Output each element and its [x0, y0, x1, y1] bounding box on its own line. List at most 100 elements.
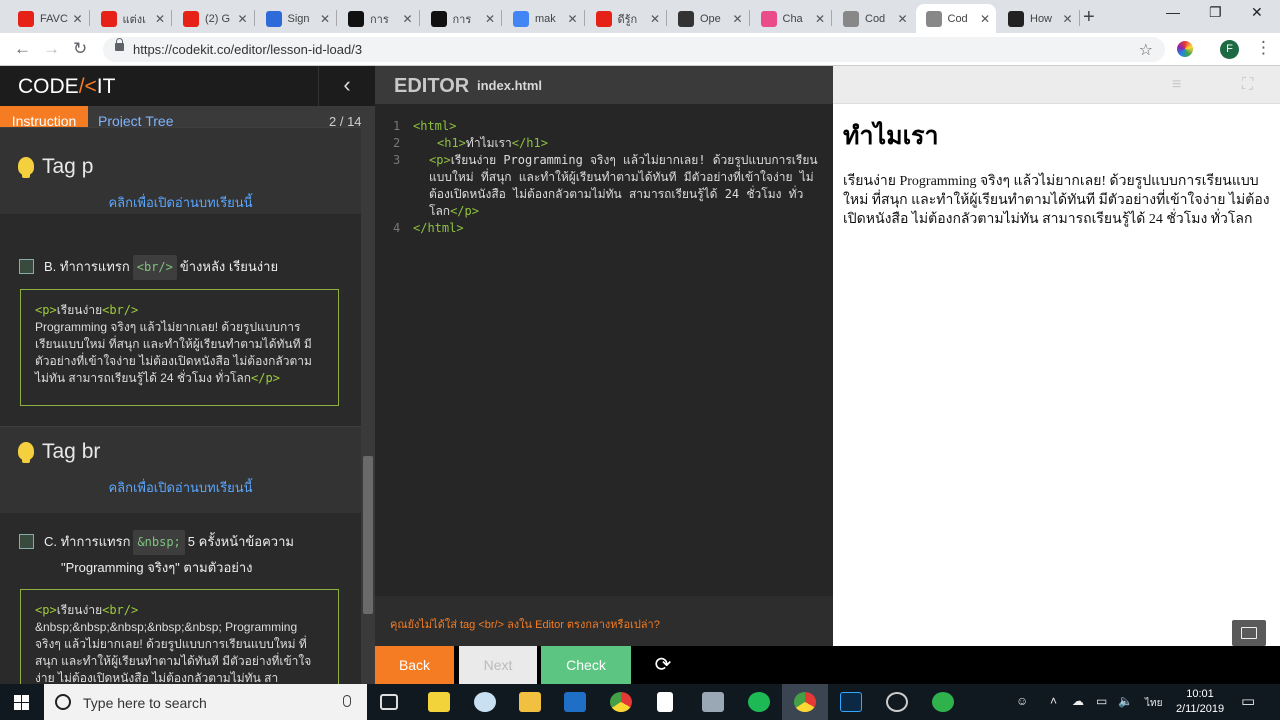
sticky-notes-icon[interactable]: [428, 692, 450, 712]
show-hidden-icons-chevron-icon[interactable]: ˄: [1050, 694, 1057, 708]
windows-taskbar: Type here to search ☺ ˄ ☁ ▭ 🔈 ไทย 10:01 …: [0, 684, 1280, 720]
menu-icon[interactable]: ≡: [1172, 76, 1181, 94]
close-tab-icon[interactable]: ✕: [1062, 12, 1072, 26]
close-tab-icon[interactable]: ✕: [980, 12, 990, 26]
browser-tab[interactable]: How ✕: [998, 4, 1079, 33]
tab-separator: [1078, 10, 1080, 26]
code-editor[interactable]: EDITOR index.html 1 <html> 2 <h1>ทำไมเรา…: [375, 66, 833, 646]
back-button[interactable]: Back: [375, 646, 454, 684]
close-tab-icon[interactable]: ✕: [155, 12, 165, 26]
bookmark-star-icon[interactable]: ☆: [1139, 40, 1153, 60]
taskbar-search-box[interactable]: Type here to search: [44, 684, 367, 720]
file-explorer-icon[interactable]: [519, 692, 541, 712]
reload-page-icon[interactable]: ↻: [73, 39, 87, 59]
tab-title: FAVC: [40, 12, 68, 25]
input-language[interactable]: ไทย: [1145, 696, 1162, 711]
people-icon[interactable]: ☺: [1016, 694, 1028, 708]
close-tab-icon[interactable]: ✕: [237, 12, 247, 26]
task-text: B. ทำการแทรก <br/> ข้างหลัง เรียนง่าย: [44, 254, 278, 280]
windows-start-icon[interactable]: [14, 695, 29, 710]
browser-tab[interactable]: Cod ✕: [915, 4, 996, 33]
task-view-icon[interactable]: [380, 694, 398, 710]
extension-icon[interactable]: [1177, 41, 1193, 57]
clock[interactable]: 10:01 2/11/2019: [1170, 687, 1230, 717]
code-line[interactable]: <html>: [413, 118, 456, 135]
browser-tab[interactable]: การ ✕: [421, 4, 502, 33]
collapse-panel-chevron-icon[interactable]: ‹: [318, 66, 375, 106]
tab-title: Ope: [700, 12, 721, 25]
close-tab-icon[interactable]: ✕: [897, 12, 907, 26]
lesson-title: Tag p: [42, 155, 94, 178]
code-line[interactable]: <h1>ทำไมเรา</h1>: [437, 135, 548, 152]
code-line[interactable]: <p>เรียนง่าย Programming จริงๆ แล้วไม่ยา…: [429, 152, 821, 220]
tab-separator: [171, 10, 172, 26]
code-line[interactable]: </html>: [413, 220, 464, 237]
task-checkbox[interactable]: [19, 534, 34, 549]
browser-tab[interactable]: Cod ✕: [833, 4, 914, 33]
network-icon[interactable]: ▭: [1096, 694, 1107, 708]
volume-icon[interactable]: 🔈: [1118, 694, 1133, 708]
tab-title: Cod: [947, 12, 968, 25]
obs-icon[interactable]: [886, 692, 908, 712]
hint-bar: คุณยังไม่ได้ใส่ tag <br/> ลงใน Editor ตร…: [375, 596, 833, 646]
app-icon[interactable]: [932, 692, 954, 712]
line-number: 1: [393, 119, 401, 133]
chrome-icon[interactable]: [610, 692, 632, 712]
browser-tab[interactable]: Cha ✕: [751, 4, 832, 33]
back-arrow-icon[interactable]: ←: [14, 39, 31, 59]
vscode-icon[interactable]: [564, 692, 586, 712]
maximize-button[interactable]: ❐: [1209, 4, 1222, 21]
browser-menu-icon[interactable]: ⋮: [1255, 38, 1272, 58]
close-tab-icon[interactable]: ✕: [402, 12, 412, 26]
photoshop-icon[interactable]: [840, 692, 862, 712]
close-tab-icon[interactable]: ✕: [732, 12, 742, 26]
console-icon[interactable]: [1232, 620, 1266, 646]
medium-icon: [430, 10, 447, 27]
browser-tab[interactable]: การ ✕: [338, 4, 419, 33]
microphone-icon[interactable]: [343, 695, 351, 707]
reload-icon[interactable]: ⟳: [651, 646, 675, 684]
browser-tab[interactable]: แต่งเ ✕: [91, 4, 172, 33]
app-icon[interactable]: [702, 692, 724, 712]
close-tab-icon[interactable]: ✕: [815, 12, 825, 26]
close-tab-icon[interactable]: ✕: [650, 12, 660, 26]
browser-tab[interactable]: (2) G ✕: [173, 4, 254, 33]
preview-pane: ≡ ⛶ ทำไมเรา เรียนง่าย Programming จริงๆ …: [833, 66, 1280, 646]
browser-tab[interactable]: FAVC ✕: [8, 4, 89, 33]
preview-header: ≡ ⛶: [833, 66, 1280, 104]
paint-icon[interactable]: [474, 692, 496, 712]
check-button[interactable]: Check: [541, 646, 631, 684]
lesson-title: Tag br: [42, 440, 101, 463]
profile-avatar[interactable]: F: [1220, 40, 1239, 59]
scrollbar-thumb[interactable]: [363, 456, 373, 614]
close-tab-icon[interactable]: ✕: [320, 12, 330, 26]
notifications-icon[interactable]: ▭: [1241, 692, 1255, 710]
code-example: <p>เรียนง่าย<br/> &nbsp;&nbsp;&nbsp;&nbs…: [20, 589, 339, 684]
file-icon[interactable]: [657, 692, 673, 712]
spotify-icon[interactable]: [748, 692, 770, 712]
chrome-icon[interactable]: [794, 692, 816, 712]
close-tab-icon[interactable]: ✕: [72, 12, 82, 26]
task-checkbox[interactable]: [19, 259, 34, 274]
browser-tab[interactable]: Ope ✕: [668, 4, 749, 33]
close-tab-icon[interactable]: ✕: [567, 12, 577, 26]
address-bar[interactable]: https://codekit.co/editor/lesson-id-load…: [103, 37, 1165, 62]
close-window-button[interactable]: ✕: [1251, 4, 1263, 21]
tab-title: การ: [452, 13, 472, 26]
browser-tab[interactable]: Sign ✕: [256, 4, 337, 33]
search-placeholder: Type here to search: [83, 695, 207, 711]
fullscreen-icon[interactable]: ⛶: [1242, 76, 1253, 94]
open-lesson-link[interactable]: คลิกเพื่อเปิดอ่านบทเรียนนี้: [0, 192, 361, 213]
new-tab-button[interactable]: +: [1083, 6, 1095, 29]
browser-tab[interactable]: mak ✕: [503, 4, 584, 33]
youtube-icon: [595, 10, 612, 27]
code-example: <p>เรียนง่าย<br/> Programming จริงๆ แล้ว…: [20, 289, 339, 406]
browser-tab[interactable]: ดีรู้ก ✕: [586, 4, 667, 33]
next-button[interactable]: Next: [459, 646, 537, 684]
tab-title: How: [1030, 12, 1053, 25]
minimize-button[interactable]: —: [1166, 4, 1180, 20]
forward-arrow-icon[interactable]: →: [43, 39, 60, 59]
open-lesson-link[interactable]: คลิกเพื่อเปิดอ่านบทเรียนนี้: [0, 477, 361, 498]
onedrive-icon[interactable]: ☁: [1072, 694, 1084, 708]
close-tab-icon[interactable]: ✕: [485, 12, 495, 26]
